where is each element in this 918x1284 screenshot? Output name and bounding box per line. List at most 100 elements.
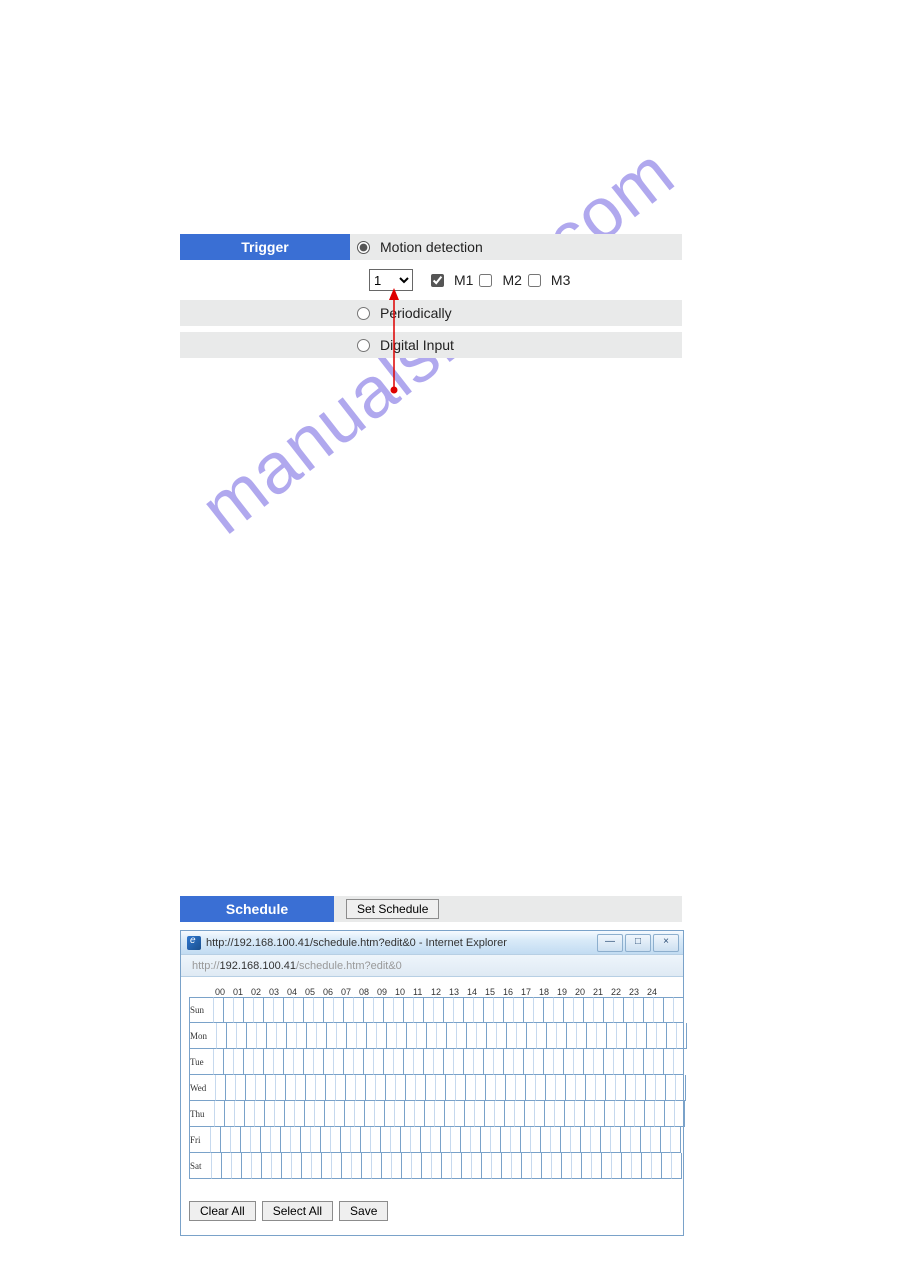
schedule-cell[interactable]	[554, 997, 564, 1023]
schedule-cell[interactable]	[501, 1127, 511, 1153]
schedule-cell[interactable]	[362, 1153, 372, 1179]
schedule-cell[interactable]	[544, 1049, 554, 1075]
schedule-cell[interactable]	[224, 997, 234, 1023]
schedule-cell[interactable]	[435, 1101, 445, 1127]
schedule-cell[interactable]	[296, 1075, 306, 1101]
schedule-cell[interactable]	[575, 1101, 585, 1127]
schedule-cell[interactable]	[311, 1127, 321, 1153]
schedule-cell[interactable]	[335, 1101, 345, 1127]
schedule-cell[interactable]	[577, 1023, 587, 1049]
schedule-cell[interactable]	[234, 1049, 244, 1075]
schedule-cell[interactable]	[631, 1127, 641, 1153]
schedule-cell[interactable]	[496, 1075, 506, 1101]
schedule-cell[interactable]	[405, 1101, 415, 1127]
schedule-cell[interactable]	[502, 1153, 512, 1179]
schedule-cell[interactable]	[665, 1101, 675, 1127]
checkbox-m2[interactable]	[479, 274, 492, 287]
schedule-cell[interactable]	[544, 997, 554, 1023]
schedule-cell[interactable]	[372, 1153, 382, 1179]
schedule-cell[interactable]	[562, 1153, 572, 1179]
schedule-cell[interactable]	[304, 1049, 314, 1075]
schedule-cell[interactable]	[436, 1075, 446, 1101]
schedule-cell[interactable]	[596, 1075, 606, 1101]
schedule-cell[interactable]	[307, 1023, 317, 1049]
schedule-cell[interactable]	[234, 997, 244, 1023]
schedule-cell[interactable]	[256, 1075, 266, 1101]
schedule-cell[interactable]	[291, 1127, 301, 1153]
schedule-cell[interactable]	[434, 997, 444, 1023]
schedule-cell[interactable]	[357, 1023, 367, 1049]
schedule-cell[interactable]	[551, 1127, 561, 1153]
clear-all-button[interactable]: Clear All	[189, 1201, 256, 1221]
schedule-cell[interactable]	[514, 997, 524, 1023]
schedule-cell[interactable]	[422, 1153, 432, 1179]
schedule-cell[interactable]	[505, 1101, 515, 1127]
schedule-cell[interactable]	[454, 997, 464, 1023]
schedule-cell[interactable]	[466, 1075, 476, 1101]
schedule-cell[interactable]	[634, 1049, 644, 1075]
schedule-cell[interactable]	[547, 1023, 557, 1049]
schedule-cell[interactable]	[475, 1101, 485, 1127]
schedule-cell[interactable]	[587, 1023, 597, 1049]
schedule-cell[interactable]	[482, 1153, 492, 1179]
schedule-cell[interactable]	[226, 1075, 236, 1101]
schedule-cell[interactable]	[494, 997, 504, 1023]
schedule-cell[interactable]	[241, 1127, 251, 1153]
schedule-cell[interactable]	[342, 1153, 352, 1179]
schedule-cell[interactable]	[614, 997, 624, 1023]
schedule-cell[interactable]	[415, 1101, 425, 1127]
schedule-cell[interactable]	[301, 1127, 311, 1153]
schedule-cell[interactable]	[532, 1153, 542, 1179]
schedule-cell[interactable]	[527, 1023, 537, 1049]
schedule-cell[interactable]	[324, 1049, 334, 1075]
radio-motion-detection[interactable]	[357, 241, 370, 254]
schedule-cell[interactable]	[305, 1101, 315, 1127]
schedule-cell[interactable]	[517, 1023, 527, 1049]
schedule-cell[interactable]	[385, 1101, 395, 1127]
schedule-cell[interactable]	[204, 997, 214, 1023]
schedule-cell[interactable]	[602, 1153, 612, 1179]
schedule-cell[interactable]	[295, 1101, 305, 1127]
schedule-cell[interactable]	[431, 1127, 441, 1153]
schedule-cell[interactable]	[541, 1127, 551, 1153]
schedule-cell[interactable]	[446, 1075, 456, 1101]
schedule-cell[interactable]	[227, 1023, 237, 1049]
schedule-cell[interactable]	[317, 1023, 327, 1049]
schedule-cell[interactable]	[574, 997, 584, 1023]
schedule-cell[interactable]	[487, 1023, 497, 1049]
schedule-cell[interactable]	[654, 1049, 664, 1075]
schedule-cell[interactable]	[281, 1127, 291, 1153]
schedule-cell[interactable]	[386, 1075, 396, 1101]
schedule-cell[interactable]	[504, 1049, 514, 1075]
schedule-cell[interactable]	[292, 1153, 302, 1179]
schedule-cell[interactable]	[244, 1049, 254, 1075]
window-minimize-button[interactable]: —	[597, 934, 623, 952]
schedule-cell[interactable]	[625, 1101, 635, 1127]
schedule-cell[interactable]	[421, 1127, 431, 1153]
schedule-cell[interactable]	[364, 1049, 374, 1075]
schedule-cell[interactable]	[251, 1127, 261, 1153]
schedule-cell[interactable]	[552, 1153, 562, 1179]
schedule-cell[interactable]	[316, 1075, 326, 1101]
window-maximize-button[interactable]: □	[625, 934, 651, 952]
schedule-cell[interactable]	[355, 1101, 365, 1127]
schedule-cell[interactable]	[525, 1101, 535, 1127]
schedule-cell[interactable]	[201, 1127, 211, 1153]
schedule-cell[interactable]	[616, 1075, 626, 1101]
schedule-cell[interactable]	[246, 1075, 256, 1101]
schedule-cell[interactable]	[232, 1153, 242, 1179]
schedule-cell[interactable]	[591, 1127, 601, 1153]
schedule-cell[interactable]	[271, 1127, 281, 1153]
schedule-cell[interactable]	[445, 1101, 455, 1127]
schedule-cell[interactable]	[567, 1023, 577, 1049]
schedule-cell[interactable]	[392, 1153, 402, 1179]
schedule-cell[interactable]	[255, 1101, 265, 1127]
schedule-cell[interactable]	[215, 1101, 225, 1127]
schedule-cell[interactable]	[407, 1023, 417, 1049]
schedule-cell[interactable]	[315, 1101, 325, 1127]
schedule-cell[interactable]	[334, 1049, 344, 1075]
schedule-cell[interactable]	[247, 1023, 257, 1049]
schedule-cell[interactable]	[542, 1153, 552, 1179]
schedule-cell[interactable]	[655, 1101, 665, 1127]
schedule-cell[interactable]	[531, 1127, 541, 1153]
